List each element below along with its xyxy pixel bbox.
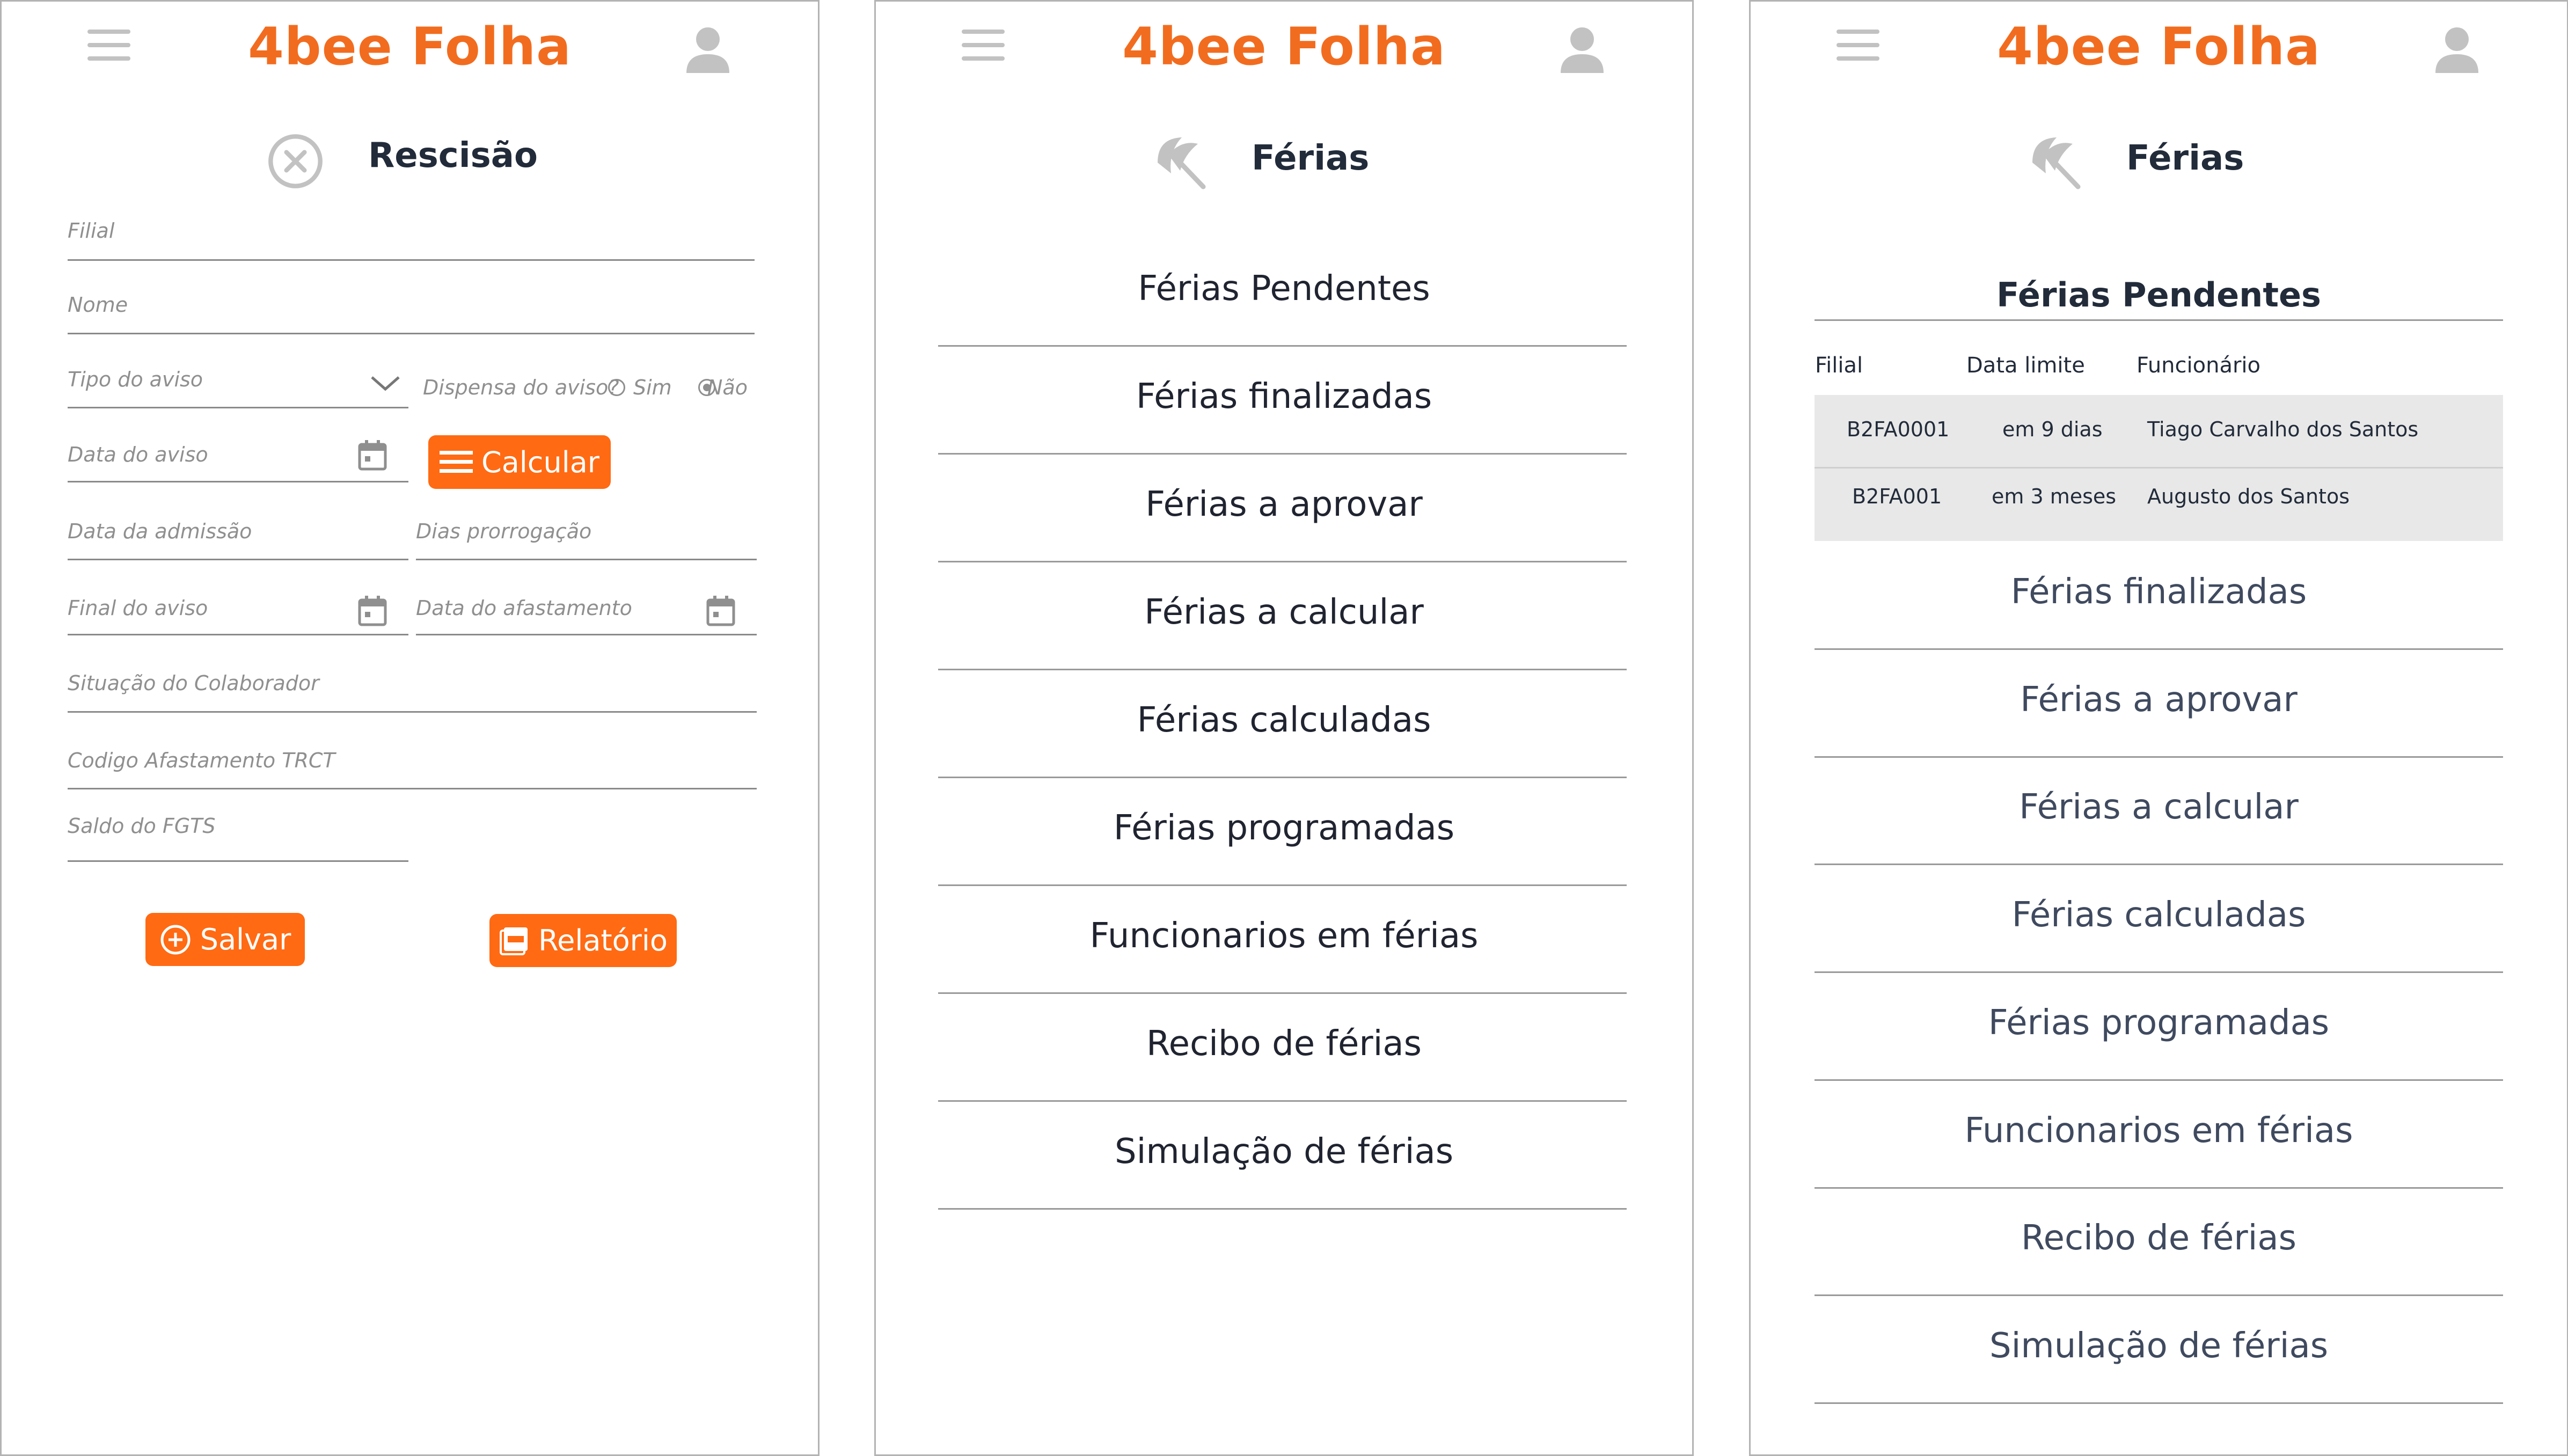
calendar-icon[interactable] <box>357 439 387 471</box>
situacao-field[interactable] <box>68 711 757 713</box>
menu-item[interactable]: Funcionarios em férias <box>876 916 1692 956</box>
menu-divider <box>938 1208 1627 1210</box>
relatorio-button[interactable]: Relatório <box>489 914 677 967</box>
menu-divider <box>1815 1187 2503 1189</box>
beach-umbrella-icon <box>2032 137 2081 189</box>
menu-divider <box>938 1100 1627 1102</box>
cancel-circle-icon <box>268 134 323 188</box>
menu-divider <box>1815 648 2503 650</box>
cell-filial: B2FA0001 <box>1847 418 1950 441</box>
menu-lines-icon <box>439 451 473 473</box>
menu-divider <box>938 453 1627 455</box>
relatorio-label: Relatório <box>538 924 668 957</box>
data-aviso-field[interactable] <box>68 481 408 482</box>
nome-label: Nome <box>68 293 128 317</box>
ferias-pendentes-screen: 4bee Folha Férias Férias Pendentes Filia… <box>1749 0 2568 1456</box>
menu-item[interactable]: Simulação de férias <box>876 1132 1692 1172</box>
chevron-down-icon[interactable] <box>369 372 401 393</box>
calcular-button[interactable]: Calcular <box>428 435 611 489</box>
beach-umbrella-icon <box>1158 137 1206 189</box>
menu-divider <box>1815 1294 2503 1297</box>
sim-label: Sim <box>633 376 672 399</box>
menu-divider <box>938 992 1627 994</box>
salvar-label: Salvar <box>200 923 291 956</box>
data-admissao-label: Data da admissão <box>68 520 252 543</box>
menu-item[interactable]: Férias calculadas <box>1751 895 2567 935</box>
menu-item[interactable]: Recibo de férias <box>876 1024 1692 1064</box>
filial-label: Filial <box>68 219 115 243</box>
cell-funcionario: Tiago Carvalho dos Santos <box>2147 418 2419 441</box>
dias-prorrogacao-label: Dias prorrogação <box>416 520 592 543</box>
cell-funcionario: Augusto dos Santos <box>2147 485 2350 508</box>
add-circle-icon <box>160 925 191 954</box>
codigo-label: Codigo Afastamento TRCT <box>68 749 335 772</box>
table-row[interactable]: B2FA001 em 3 meses Augusto dos Santos <box>1815 469 2503 541</box>
user-avatar-icon[interactable] <box>2430 22 2484 76</box>
page-title: Rescisão <box>368 136 538 175</box>
menu-divider <box>1815 971 2503 974</box>
menu-item[interactable]: Férias finalizadas <box>1751 572 2567 612</box>
final-aviso-field[interactable] <box>68 634 408 635</box>
cell-filial: B2FA001 <box>1852 485 1942 508</box>
menu-item[interactable]: Férias a aprovar <box>1751 680 2567 720</box>
cell-data-limite: em 3 meses <box>1992 485 2117 508</box>
menu-divider <box>1815 756 2503 758</box>
tipo-aviso-select[interactable] <box>68 407 408 408</box>
table-row[interactable]: B2FA0001 em 9 dias Tiago Carvalho dos Sa… <box>1815 395 2503 467</box>
pdf-file-icon <box>500 927 528 955</box>
calendar-icon[interactable] <box>357 595 387 627</box>
data-afastamento-field[interactable] <box>416 634 757 635</box>
menu-item[interactable]: Férias programadas <box>876 808 1692 848</box>
menu-item[interactable]: Férias a calcular <box>1751 787 2567 827</box>
menu-item[interactable]: Férias a calcular <box>876 592 1692 632</box>
page-title: Férias <box>2126 138 2244 178</box>
user-avatar-icon[interactable] <box>681 22 735 76</box>
page-title: Férias <box>1252 138 1370 178</box>
rescisao-screen: 4bee Folha Rescisão Filial Nome Tipo do … <box>0 0 820 1456</box>
codigo-field[interactable] <box>68 788 757 789</box>
menu-divider <box>938 561 1627 562</box>
menu-divider <box>938 777 1627 778</box>
nao-label: Não <box>707 376 748 399</box>
menu-divider <box>1815 1079 2503 1081</box>
col-header-filial: Filial <box>1815 353 1863 378</box>
cell-data-limite: em 9 dias <box>2002 418 2103 441</box>
filial-field[interactable] <box>68 259 755 261</box>
sim-radio[interactable] <box>608 379 625 396</box>
menu-divider <box>938 345 1627 347</box>
user-avatar-icon[interactable] <box>1555 22 1609 76</box>
tipo-aviso-label: Tipo do aviso <box>68 368 203 391</box>
menu-item[interactable]: Simulação de férias <box>1751 1326 2567 1366</box>
data-admissao-field[interactable] <box>68 559 408 560</box>
final-aviso-label: Final do aviso <box>68 596 208 620</box>
menu-item[interactable]: Férias finalizadas <box>876 377 1692 416</box>
dispensa-label: Dispensa do aviso? <box>423 376 619 399</box>
saldo-label: Saldo do FGTS <box>68 814 216 838</box>
dias-prorrogacao-field[interactable] <box>416 559 757 560</box>
menu-item[interactable]: Férias Pendentes <box>876 269 1692 309</box>
data-afastamento-label: Data do afastamento <box>416 596 632 620</box>
col-header-funcionario: Funcionário <box>2137 353 2260 378</box>
section-divider <box>1815 319 2503 321</box>
nome-field[interactable] <box>68 333 755 334</box>
section-title[interactable]: Férias Pendentes <box>1751 275 2567 314</box>
menu-item[interactable]: Funcionarios em férias <box>1751 1111 2567 1151</box>
menu-divider <box>938 669 1627 670</box>
menu-divider <box>1815 864 2503 866</box>
salvar-button[interactable]: Salvar <box>145 913 305 966</box>
col-header-data-limite: Data limite <box>1966 353 2085 378</box>
saldo-field[interactable] <box>68 860 408 862</box>
menu-item[interactable]: Férias programadas <box>1751 1003 2567 1043</box>
menu-item[interactable]: Férias calculadas <box>876 700 1692 740</box>
menu-divider <box>1815 1402 2503 1404</box>
situacao-label: Situação do Colaborador <box>68 671 319 695</box>
calendar-icon[interactable] <box>706 595 736 627</box>
menu-divider <box>938 884 1627 886</box>
menu-item[interactable]: Recibo de férias <box>1751 1218 2567 1258</box>
data-aviso-label: Data do aviso <box>68 443 208 466</box>
calcular-label: Calcular <box>481 445 599 479</box>
ferias-menu-screen: 4bee Folha Férias Férias Pendentes Férias… <box>874 0 1694 1456</box>
menu-item[interactable]: Férias a aprovar <box>876 485 1692 524</box>
